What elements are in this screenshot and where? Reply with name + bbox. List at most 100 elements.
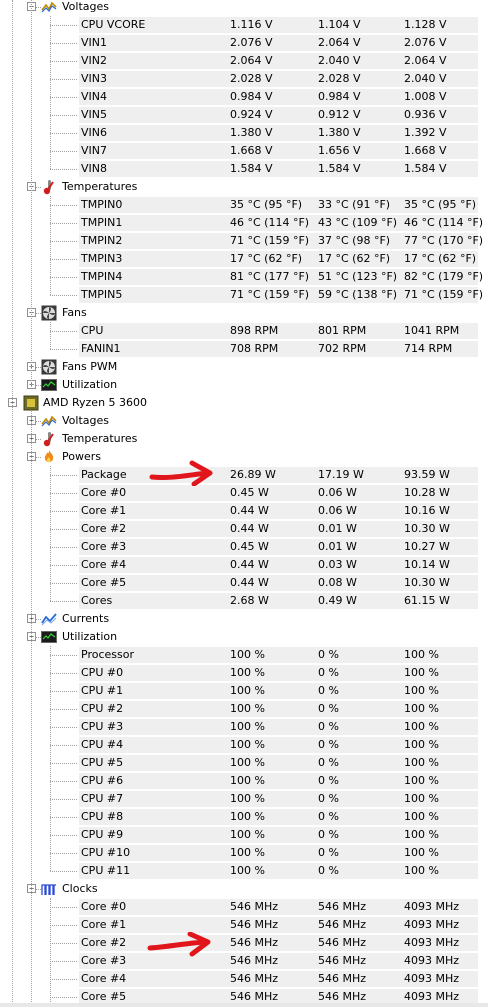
sensor-min: 0.01 W	[318, 540, 357, 553]
sensor-row[interactable]: CPU #5 100 % 0 % 100 %	[0, 754, 488, 772]
sensor-min: 0 %	[318, 648, 339, 661]
tree-connector	[50, 835, 77, 836]
sensor-value: 0.45 W	[230, 540, 269, 553]
sensor-row[interactable]: VIN8 1.584 V 1.584 V 1.584 V	[0, 160, 488, 178]
sensor-row[interactable]: FANIN1 708 RPM 702 RPM 714 RPM	[0, 340, 488, 358]
sensor-row[interactable]: VIN4 0.984 V 0.984 V 1.008 V	[0, 88, 488, 106]
sensor-value: 2.028 V	[230, 72, 273, 85]
sensor-row[interactable]: Core #4 546 MHz 546 MHz 4093 MHz	[0, 970, 488, 988]
sensor-row[interactable]: CPU #4 100 % 0 % 100 %	[0, 736, 488, 754]
sensor-row[interactable]: CPU #11 100 % 0 % 100 %	[0, 862, 488, 880]
sensor-row[interactable]: Core #5 0.44 W 0.08 W 10.30 W	[0, 574, 488, 592]
sensor-row[interactable]: TMPIN1 46 °C (114 °F) 43 °C (109 °F) 46 °C …	[0, 214, 488, 232]
sensor-value: 546 MHz	[230, 972, 279, 985]
sensor-row[interactable]: VIN1 2.076 V 2.064 V 2.076 V	[0, 34, 488, 52]
sensor-value: 100 %	[230, 864, 265, 877]
power-flame-icon	[41, 449, 57, 465]
tree-group-row[interactable]: − Voltages	[0, 0, 488, 16]
tree-connector	[50, 601, 77, 602]
sensor-row[interactable]: CPU #10 100 % 0 % 100 %	[0, 844, 488, 862]
sensor-row[interactable]: Core #2 546 MHz 546 MHz 4093 MHz	[0, 934, 488, 952]
sensor-row[interactable]: VIN3 2.028 V 2.028 V 2.040 V	[0, 70, 488, 88]
sensor-name: Core #2	[81, 522, 127, 535]
sensor-value: 0.45 W	[230, 486, 269, 499]
sensor-row[interactable]: CPU #9 100 % 0 % 100 %	[0, 826, 488, 844]
sensor-max: 46 °C (114 °F)	[404, 216, 484, 229]
sensor-min: 0 %	[318, 828, 339, 841]
sensor-row[interactable]: Cores 2.68 W 0.49 W 61.15 W	[0, 592, 488, 610]
sensor-max: 10.14 W	[404, 558, 450, 571]
tree-group-row[interactable]: − Clocks	[0, 880, 488, 898]
sensor-row[interactable]: Core #1 546 MHz 546 MHz 4093 MHz	[0, 916, 488, 934]
sensor-row[interactable]: Processor 100 % 0 % 100 %	[0, 646, 488, 664]
sensor-max: 35 °C (95 °F)	[404, 198, 477, 211]
sensor-row[interactable]: TMPIN5 71 °C (159 °F) 59 °C (138 °F) 71 °C …	[0, 286, 488, 304]
sensor-row[interactable]: CPU #3 100 % 0 % 100 %	[0, 718, 488, 736]
sensor-row[interactable]: CPU #1 100 % 0 % 100 %	[0, 682, 488, 700]
sensor-row[interactable]: TMPIN3 17 °C (62 °F) 17 °C (62 °F) 17 °C (6…	[0, 250, 488, 268]
sensor-max: 100 %	[404, 792, 439, 805]
clock-bars-icon	[41, 881, 57, 897]
sensor-name: VIN2	[81, 54, 107, 67]
tree-connector	[50, 196, 51, 295]
sensor-min: 1.584 V	[318, 162, 361, 175]
sensor-row[interactable]: VIN6 1.380 V 1.380 V 1.392 V	[0, 124, 488, 142]
sensor-row[interactable]: VIN7 1.668 V 1.656 V 1.668 V	[0, 142, 488, 160]
sensor-value: 1.116 V	[230, 18, 273, 31]
sensor-row[interactable]: CPU 898 RPM 801 RPM 1041 RPM	[0, 322, 488, 340]
tree-connector	[50, 349, 77, 350]
tree-group-row[interactable]: − Utilization	[0, 628, 488, 646]
sensor-row[interactable]: Core #3 0.45 W 0.01 W 10.27 W	[0, 538, 488, 556]
sensor-value: 0.924 V	[230, 108, 273, 121]
sensor-min: 0 %	[318, 756, 339, 769]
tree-connector	[50, 61, 77, 62]
sensor-name: Cores	[81, 594, 113, 607]
sensor-row[interactable]: CPU VCORE 1.116 V 1.104 V 1.128 V	[0, 16, 488, 34]
sensor-min: 0.06 W	[318, 486, 357, 499]
sensor-row[interactable]: CPU #8 100 % 0 % 100 %	[0, 808, 488, 826]
tree-group-row[interactable]: − Temperatures	[0, 178, 488, 196]
sensor-name: Processor	[81, 648, 134, 661]
sensor-row[interactable]: CPU #6 100 % 0 % 100 %	[0, 772, 488, 790]
tree-group-row[interactable]: − Fans	[0, 304, 488, 322]
sensor-row[interactable]: Core #4 0.44 W 0.03 W 10.14 W	[0, 556, 488, 574]
sensor-max: 4093 MHz	[404, 936, 460, 949]
sensor-row[interactable]: TMPIN4 81 °C (177 °F) 51 °C (123 °F) 82 °C …	[0, 268, 488, 286]
current-icon	[41, 611, 57, 627]
tree-group-row[interactable]: + Utilization	[0, 376, 488, 394]
tree-group-row[interactable]: + Fans PWM	[0, 358, 488, 376]
sensor-row[interactable]: Package 26.89 W 17.19 W 93.59 W	[0, 466, 488, 484]
sensor-row[interactable]: Core #0 546 MHz 546 MHz 4093 MHz	[0, 898, 488, 916]
tree-connector	[50, 16, 51, 169]
sensor-name: VIN5	[81, 108, 107, 121]
horizontal-scrollbar[interactable]	[0, 1003, 488, 1007]
sensor-max: 4093 MHz	[404, 972, 460, 985]
sensor-max: 0.936 V	[404, 108, 447, 121]
sensor-row[interactable]: CPU #0 100 % 0 % 100 %	[0, 664, 488, 682]
sensor-row[interactable]: Core #2 0.44 W 0.01 W 10.30 W	[0, 520, 488, 538]
tree-group-row[interactable]: − Powers	[0, 448, 488, 466]
tree-group-row[interactable]: + Temperatures	[0, 430, 488, 448]
tree-group-row[interactable]: + Voltages	[0, 412, 488, 430]
sensor-row[interactable]: Core #1 0.44 W 0.06 W 10.16 W	[0, 502, 488, 520]
group-label: Voltages	[62, 414, 109, 427]
sensor-max: 61.15 W	[404, 594, 450, 607]
sensor-row[interactable]: Core #3 546 MHz 546 MHz 4093 MHz	[0, 952, 488, 970]
tree-group-row[interactable]: − AMD Ryzen 5 3600	[0, 394, 488, 412]
sensor-max: 100 %	[404, 684, 439, 697]
sensor-row[interactable]: CPU #7 100 % 0 % 100 %	[0, 790, 488, 808]
tree-connector	[50, 565, 77, 566]
tree-connector	[50, 961, 77, 962]
sensor-row[interactable]: TMPIN2 71 °C (159 °F) 37 °C (98 °F) 77 °C (…	[0, 232, 488, 250]
tree-connector	[50, 466, 51, 601]
tree-connector	[50, 691, 77, 692]
sensor-row[interactable]: VIN2 2.064 V 2.040 V 2.064 V	[0, 52, 488, 70]
sensor-row[interactable]: CPU #2 100 % 0 % 100 %	[0, 700, 488, 718]
sensor-row[interactable]: Core #0 0.45 W 0.06 W 10.28 W	[0, 484, 488, 502]
sensor-min: 0 %	[318, 792, 339, 805]
sensor-row[interactable]: VIN5 0.924 V 0.912 V 0.936 V	[0, 106, 488, 124]
sensor-max: 1.128 V	[404, 18, 447, 31]
sensor-max: 10.30 W	[404, 576, 450, 589]
tree-group-row[interactable]: + Currents	[0, 610, 488, 628]
sensor-row[interactable]: TMPIN0 35 °C (95 °F) 33 °C (91 °F) 35 °C (9…	[0, 196, 488, 214]
